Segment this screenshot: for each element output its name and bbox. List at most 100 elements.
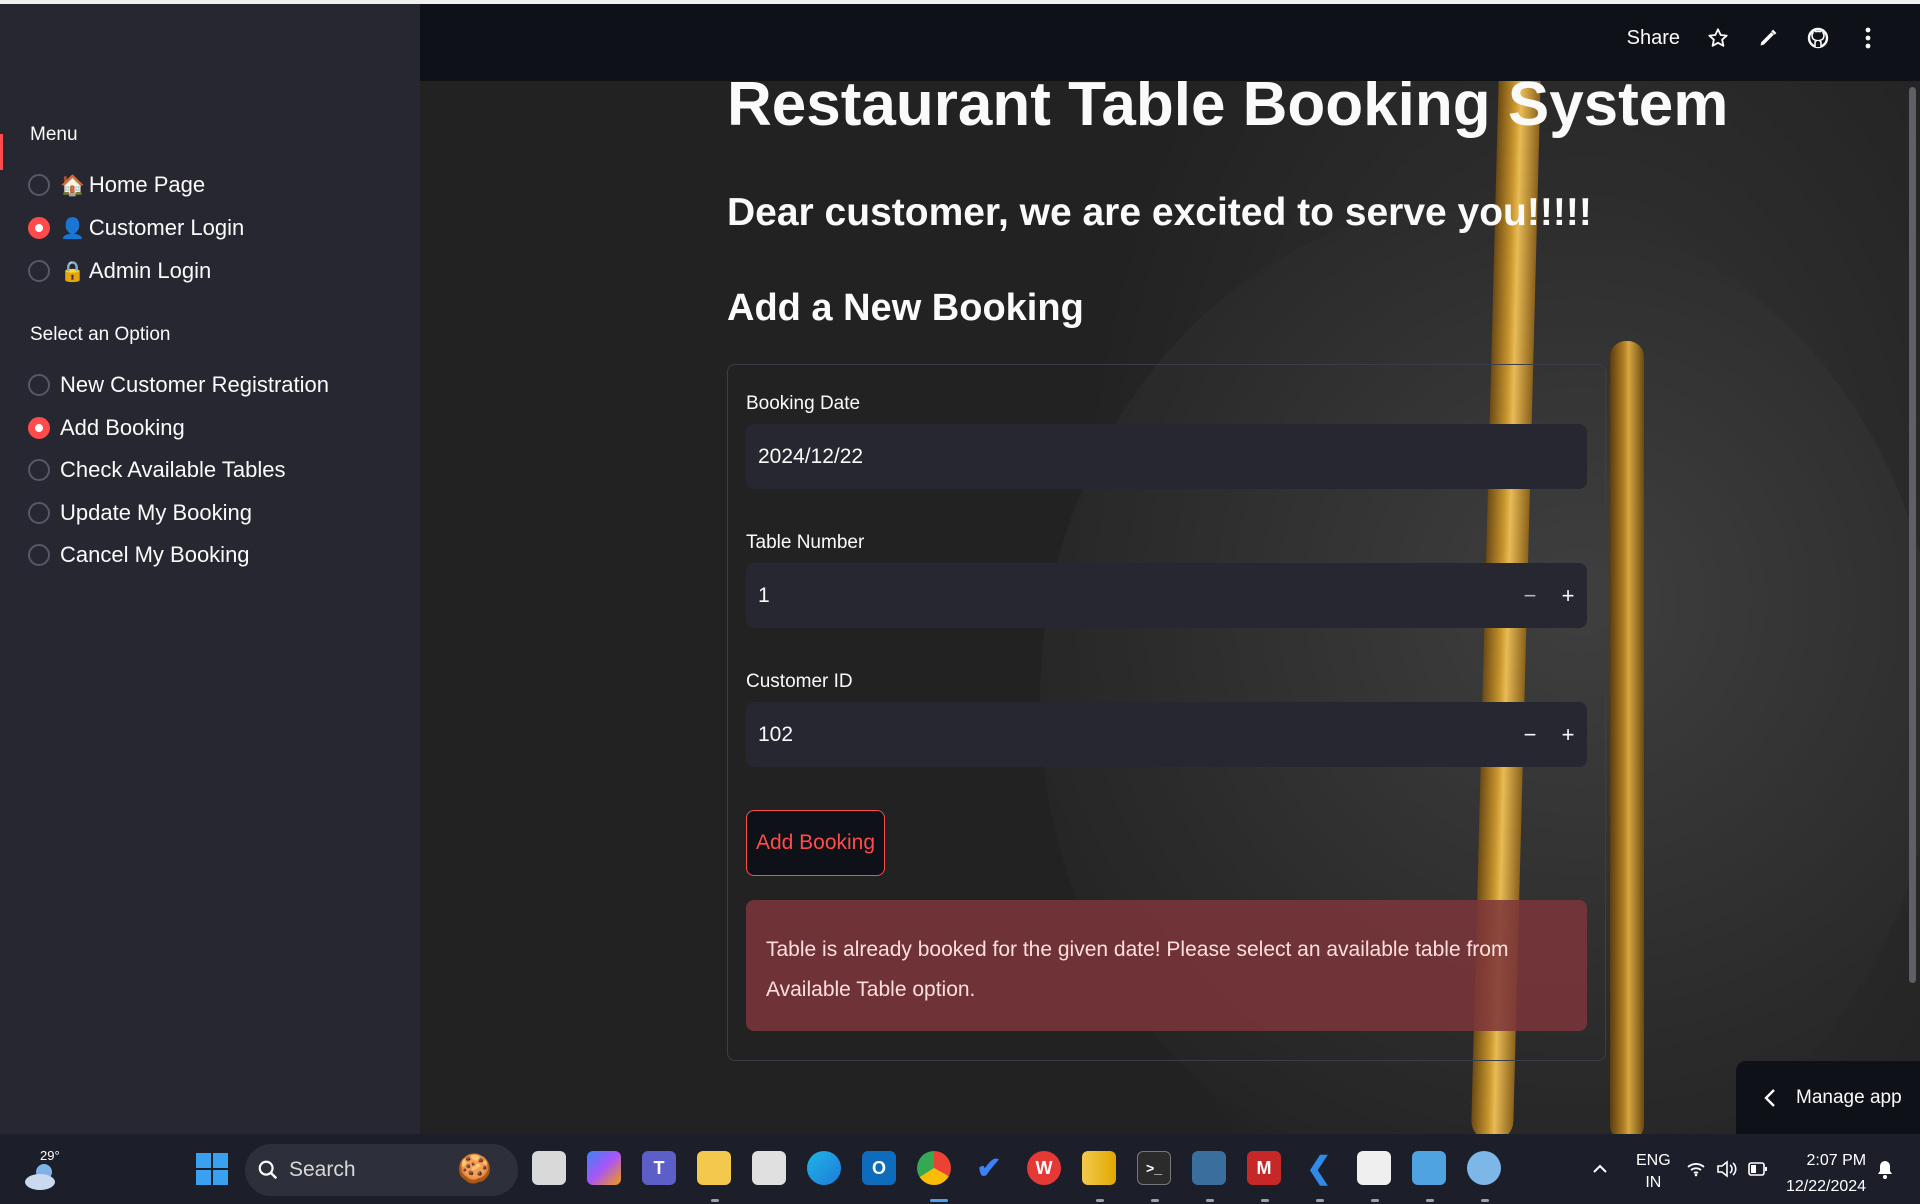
section-title: Add a New Booking [727, 287, 1084, 329]
terminal-icon[interactable]: >_ [1137, 1151, 1171, 1185]
error-alert: Table is already booked for the given da… [746, 900, 1587, 1031]
option-add-booking[interactable]: Add Booking [28, 410, 185, 446]
table-number-label: Table Number [746, 532, 865, 553]
option-label: Check Available Tables [60, 457, 286, 482]
option-label: New Customer Registration [60, 372, 329, 397]
table-number-input[interactable] [746, 563, 1511, 628]
table-number-decrement-button[interactable]: − [1511, 563, 1549, 628]
search-icon [258, 1160, 278, 1180]
windows-start-icon[interactable] [196, 1153, 228, 1185]
radio-unselected-icon [28, 502, 50, 524]
edit-pencil-icon[interactable] [1756, 26, 1780, 50]
running-indicator [1371, 1199, 1379, 1202]
radio-unselected-icon [28, 260, 50, 282]
lock-icon: 🔒 [60, 260, 85, 283]
menu-item-admin-login[interactable]: 🔒 Admin Login [28, 253, 211, 289]
option-new-customer-registration[interactable]: New Customer Registration [28, 367, 329, 403]
snipping-tool-icon[interactable] [1357, 1151, 1391, 1185]
chrome-icon[interactable] [917, 1151, 951, 1185]
microsoft-store-icon[interactable] [752, 1151, 786, 1185]
share-button[interactable]: Share [1627, 27, 1680, 50]
menu-item-label: Home Page [88, 172, 206, 197]
manage-app-label: Manage app [1796, 1086, 1902, 1108]
wifi-icon[interactable] [1686, 1134, 1706, 1204]
wps-office-icon[interactable]: W [1027, 1151, 1061, 1185]
notification-bell-icon[interactable] [1876, 1134, 1894, 1204]
menu-label: Menu [30, 124, 78, 145]
search-highlight-icon: 🍪 [457, 1153, 492, 1184]
main-scrollbar[interactable] [1909, 87, 1916, 983]
mysql-workbench-icon[interactable] [1192, 1151, 1226, 1185]
radio-unselected-icon [28, 459, 50, 481]
customer-id-increment-button[interactable]: + [1549, 702, 1587, 767]
running-indicator [1316, 1199, 1324, 1202]
clock-time: 2:07 PM [1806, 1152, 1867, 1169]
system-clock[interactable]: 2:07 PM 12/22/2024 [1786, 1148, 1866, 1200]
teams-icon[interactable]: T [642, 1151, 676, 1185]
battery-icon[interactable] [1748, 1134, 1768, 1204]
todo-check-icon[interactable]: ✔ [972, 1151, 1006, 1185]
more-vertical-icon[interactable] [1856, 26, 1880, 50]
file-explorer-icon[interactable] [697, 1151, 731, 1185]
select-option-label: Select an Option [30, 324, 171, 345]
customer-id-label: Customer ID [746, 671, 853, 692]
radio-unselected-icon [28, 174, 50, 196]
search-placeholder: Search [289, 1158, 356, 1181]
taskbar-search[interactable]: Search 🍪 [245, 1144, 518, 1196]
add-booking-button[interactable]: Add Booking [746, 810, 885, 876]
running-indicator [1151, 1199, 1159, 1202]
region-code: IN [1645, 1174, 1662, 1191]
page-title: Restaurant Table Booking System [727, 81, 1729, 139]
notepad-icon[interactable] [1412, 1151, 1446, 1185]
copilot-icon[interactable] [587, 1151, 621, 1185]
star-icon[interactable] [1706, 26, 1730, 50]
mcafee-icon[interactable]: M [1247, 1151, 1281, 1185]
running-indicator [1261, 1199, 1269, 1202]
clock-date: 12/22/2024 [1786, 1178, 1867, 1195]
menu-item-home-page[interactable]: 🏠 Home Page [28, 167, 205, 203]
github-icon[interactable] [1806, 26, 1830, 50]
menu-item-customer-login[interactable]: 👤 Customer Login [28, 210, 244, 246]
table-number-field: − + [746, 563, 1587, 628]
sidebar-accent-bar [0, 134, 3, 170]
radio-selected-icon [28, 217, 50, 239]
background-knife-image [1610, 341, 1644, 1134]
option-check-available-tables[interactable]: Check Available Tables [28, 452, 285, 488]
outlook-icon[interactable]: O [862, 1151, 896, 1185]
vscode-icon[interactable]: ❮ [1302, 1151, 1336, 1185]
booking-date-label: Booking Date [746, 393, 861, 414]
cloud-weather-icon [25, 1164, 55, 1190]
running-indicator [1426, 1199, 1434, 1202]
chevron-left-icon [1764, 1088, 1775, 1107]
option-cancel-my-booking[interactable]: Cancel My Booking [28, 537, 250, 573]
booking-form: Booking Date Table Number − + Customer I… [727, 364, 1606, 1061]
language-indicator[interactable]: ENG IN [1636, 1150, 1671, 1194]
table-number-increment-button[interactable]: + [1549, 563, 1587, 628]
running-indicator [1206, 1199, 1214, 1202]
active-indicator [930, 1199, 948, 1202]
task-view-icon[interactable] [532, 1151, 566, 1185]
menu-item-label: Admin Login [88, 258, 212, 283]
maps-app-icon[interactable] [1467, 1151, 1501, 1185]
option-update-my-booking[interactable]: Update My Booking [28, 495, 252, 531]
volume-icon[interactable] [1716, 1134, 1738, 1204]
radio-selected-icon [28, 417, 50, 439]
customer-id-input[interactable] [746, 702, 1511, 767]
language-code: ENG [1636, 1152, 1671, 1169]
app-header: Share [420, 4, 1920, 81]
power-bi-icon[interactable] [1082, 1151, 1116, 1185]
welcome-subtitle: Dear customer, we are excited to serve y… [727, 191, 1592, 234]
running-indicator [1481, 1199, 1489, 1202]
customer-id-decrement-button[interactable]: − [1511, 702, 1549, 767]
weather-temperature: 29° [40, 1148, 60, 1163]
house-icon: 🏠 [60, 174, 85, 197]
booking-date-input[interactable] [746, 424, 1587, 489]
running-indicator [711, 1199, 719, 1202]
customer-id-field: − + [746, 702, 1587, 767]
radio-unselected-icon [28, 544, 50, 566]
manage-app-button[interactable]: Manage app [1736, 1061, 1920, 1134]
option-label: Cancel My Booking [60, 542, 250, 567]
edge-icon[interactable] [807, 1151, 841, 1185]
menu-item-label: Customer Login [88, 215, 245, 240]
show-hidden-icons-chevron-up-icon[interactable] [1592, 1134, 1608, 1204]
